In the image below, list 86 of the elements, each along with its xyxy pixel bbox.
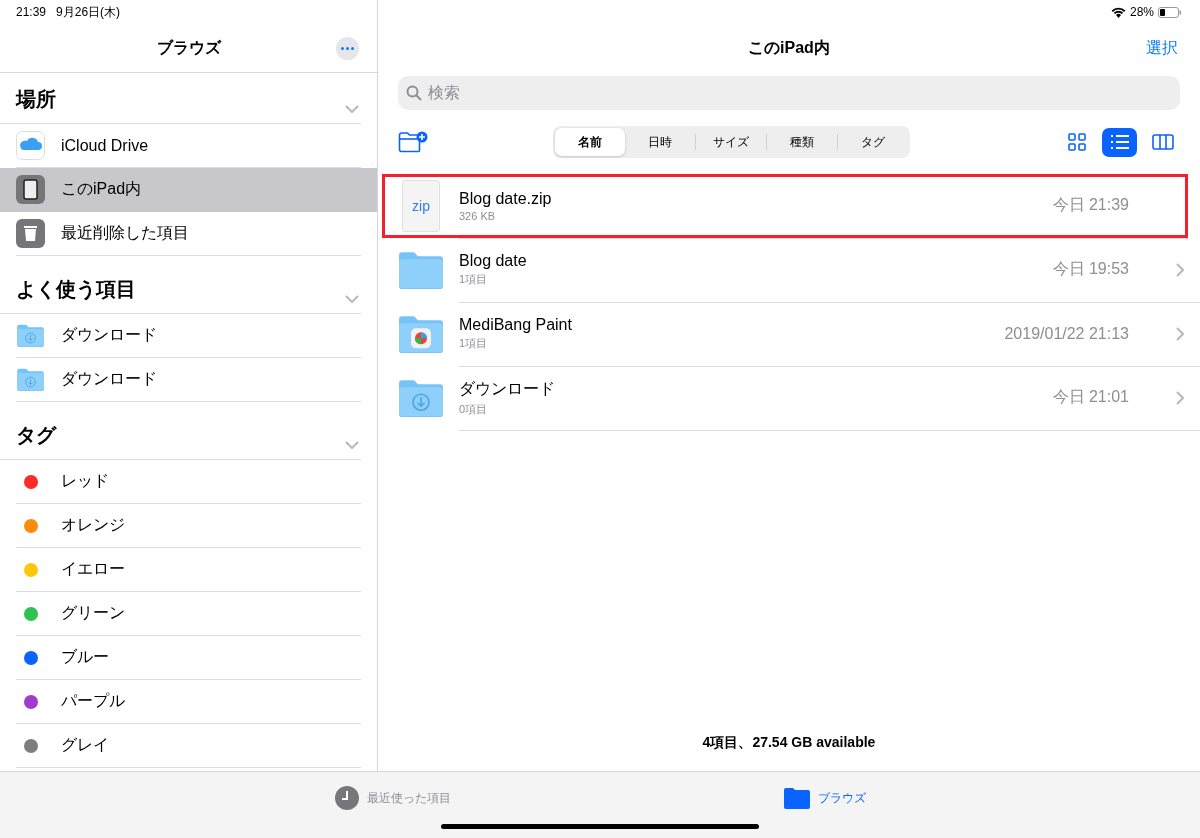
status-time: 21:39 bbox=[16, 5, 47, 19]
section-title: タグ bbox=[16, 423, 56, 448]
download-folder-icon bbox=[16, 323, 45, 348]
list-icon bbox=[1109, 134, 1130, 150]
file-row[interactable]: MediBang Paint 1項目 2019/01/22 21:13 bbox=[378, 302, 1200, 366]
chevron-right-icon bbox=[1176, 326, 1184, 341]
grid-icon bbox=[1067, 133, 1086, 151]
sidebar-item-label: オレンジ bbox=[61, 515, 125, 535]
sidebar-item-label: イエロー bbox=[61, 559, 125, 579]
status-date: 9月26日(木) bbox=[56, 3, 121, 21]
sidebar-title: ブラウズ bbox=[156, 37, 221, 58]
sort-option[interactable]: 日時 bbox=[625, 128, 695, 156]
sidebar-item[interactable]: レッド bbox=[0, 460, 377, 504]
sidebar-item[interactable]: パープル bbox=[0, 680, 377, 724]
section-title: よく使う項目 bbox=[16, 277, 136, 302]
sidebar-item-label: グリーン bbox=[61, 603, 125, 623]
app-folder-icon bbox=[397, 314, 445, 354]
view-mode-button[interactable] bbox=[1102, 127, 1137, 157]
collapse-toggle[interactable] bbox=[345, 441, 359, 449]
wifi-icon bbox=[1110, 6, 1126, 18]
search-icon bbox=[406, 85, 422, 101]
sidebar-item-label: レッド bbox=[61, 471, 109, 491]
file-detail: 1項目 bbox=[459, 272, 489, 287]
download-folder-icon bbox=[16, 367, 45, 392]
sidebar-item-label: このiPad内 bbox=[61, 179, 142, 199]
file-name: Blog date bbox=[459, 252, 528, 270]
sidebar-item-label: 最近削除した項目 bbox=[61, 223, 189, 243]
sidebar-item[interactable]: このiPad内 bbox=[0, 168, 377, 212]
search-field[interactable]: 検索 bbox=[398, 76, 1180, 110]
sort-option[interactable]: 種類 bbox=[767, 128, 837, 156]
ellipsis-icon bbox=[341, 47, 354, 50]
file-name: ダウンロード bbox=[459, 378, 556, 399]
storage-summary: 4項目、27.54 GB available bbox=[702, 734, 876, 752]
cloud-icon bbox=[16, 131, 45, 160]
new-folder-button[interactable] bbox=[398, 131, 428, 153]
sidebar-item-label: ダウンロード bbox=[61, 369, 157, 389]
collapse-toggle[interactable] bbox=[345, 105, 359, 113]
sidebar-item[interactable]: イエロー bbox=[0, 548, 377, 592]
clock-icon bbox=[334, 786, 359, 810]
file-date: 今日 19:53 bbox=[1052, 259, 1129, 279]
file-date: 今日 21:01 bbox=[1052, 387, 1129, 407]
file-row[interactable]: ダウンロード 0項目 今日 21:01 bbox=[378, 366, 1200, 430]
file-row[interactable]: Blog date 1項目 今日 19:53 bbox=[378, 238, 1200, 302]
file-name: MediBang Paint bbox=[459, 316, 573, 334]
columns-icon bbox=[1151, 134, 1174, 150]
sidebar-item[interactable]: ダウンロード bbox=[0, 314, 377, 358]
folder-title: このiPad内 bbox=[748, 37, 830, 58]
sidebar-item-label: パープル bbox=[61, 691, 125, 711]
file-row[interactable]: zip Blog date.zip 326 KB 今日 21:39 bbox=[382, 174, 1188, 238]
battery-percent: 28% bbox=[1129, 5, 1154, 19]
sidebar-item-label: グレイ bbox=[61, 735, 109, 755]
chevron-down-icon bbox=[345, 441, 359, 449]
file-name: Blog date.zip bbox=[459, 189, 553, 208]
file-detail: 1項目 bbox=[459, 336, 489, 351]
zip-file-icon: zip bbox=[402, 180, 440, 232]
file-detail: 0項目 bbox=[459, 401, 489, 417]
sort-option[interactable]: 名前 bbox=[555, 128, 625, 156]
battery-icon bbox=[1158, 6, 1182, 18]
download-folder-icon bbox=[397, 378, 445, 418]
chevron-down-icon bbox=[345, 105, 359, 113]
more-button[interactable] bbox=[336, 37, 359, 60]
tab-bar-item[interactable]: ブラウズ bbox=[783, 787, 866, 809]
sidebar-item[interactable]: グレイ bbox=[0, 724, 377, 768]
chevron-down-icon bbox=[345, 295, 359, 303]
sidebar-item-label: ブルー bbox=[61, 647, 109, 667]
sidebar-item-label: iCloud Drive bbox=[61, 136, 149, 155]
sidebar-item[interactable]: グリーン bbox=[0, 592, 377, 636]
sidebar-item-label: ダウンロード bbox=[61, 325, 157, 345]
sidebar-item[interactable]: オレンジ bbox=[0, 504, 377, 548]
file-detail: 326 KB bbox=[459, 209, 497, 222]
chevron-right-icon bbox=[1176, 390, 1184, 405]
folder-icon bbox=[783, 787, 810, 809]
chevron-right-icon bbox=[1176, 262, 1184, 277]
sidebar-item[interactable]: 最近削除した項目 bbox=[0, 212, 377, 256]
sidebar-item[interactable]: ブルー bbox=[0, 636, 377, 680]
collapse-toggle[interactable] bbox=[345, 295, 359, 303]
trash-icon bbox=[16, 219, 45, 248]
folder-icon bbox=[397, 250, 445, 290]
section-title: 場所 bbox=[16, 87, 56, 112]
tablet-icon bbox=[16, 175, 45, 204]
file-date: 2019/01/22 21:13 bbox=[1004, 324, 1129, 343]
select-button[interactable]: 選択 bbox=[1146, 38, 1178, 59]
file-date: 今日 21:39 bbox=[1052, 195, 1129, 215]
sort-option[interactable]: タグ bbox=[838, 128, 908, 156]
sidebar-item[interactable]: ダウンロード bbox=[0, 358, 377, 402]
sort-option[interactable]: サイズ bbox=[696, 128, 766, 156]
